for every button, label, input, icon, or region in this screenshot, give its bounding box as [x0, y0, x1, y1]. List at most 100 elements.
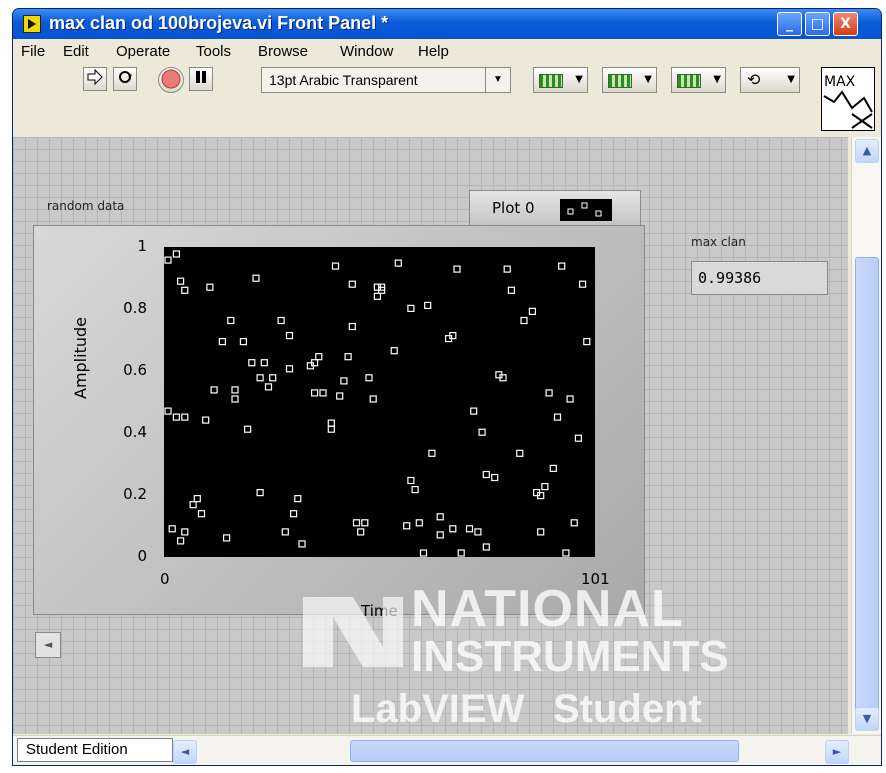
- data-point: [436, 531, 444, 539]
- national-instruments-logo: [303, 597, 403, 667]
- data-point: [202, 416, 210, 424]
- close-button[interactable]: X: [833, 12, 858, 36]
- data-point: [503, 265, 511, 273]
- data-point: [260, 359, 268, 367]
- graph-scroll-left-button[interactable]: ◄: [35, 632, 61, 658]
- data-point: [285, 365, 294, 373]
- vi-icon[interactable]: MAX: [821, 67, 875, 131]
- data-point: [491, 473, 499, 482]
- data-point: [252, 274, 260, 282]
- y-tick-1: 1: [137, 237, 147, 255]
- x-tick-0: 0: [160, 570, 170, 588]
- data-point: [419, 549, 428, 557]
- data-point: [537, 528, 545, 536]
- data-point: [264, 383, 273, 391]
- data-point: [407, 304, 415, 313]
- data-point: [348, 322, 356, 331]
- menu-help[interactable]: Help: [418, 43, 449, 60]
- plot-area[interactable]: [164, 247, 595, 557]
- front-panel[interactable]: random data Plot 0 1 0.8 0.6 0.4 0.2 0 0…: [13, 137, 848, 734]
- pause-icon: [196, 71, 206, 83]
- data-point: [369, 395, 377, 403]
- data-point: [394, 259, 402, 267]
- data-point: [352, 519, 361, 527]
- max-clan-label: max clan: [691, 235, 746, 249]
- scroll-left-button[interactable]: ◄: [173, 740, 197, 764]
- data-point: [549, 464, 557, 472]
- data-point: [411, 486, 419, 494]
- data-point: [231, 386, 239, 394]
- minimize-button[interactable]: _: [777, 12, 802, 36]
- data-point: [239, 337, 248, 346]
- data-point: [222, 534, 231, 542]
- distribute-objects-icon: [608, 74, 632, 88]
- menu-browse[interactable]: Browse: [258, 43, 308, 60]
- resize-objects-icon: [677, 74, 701, 88]
- vertical-scrollbar[interactable]: ▲ ▼: [851, 137, 881, 734]
- data-point: [189, 501, 197, 509]
- data-point: [327, 419, 335, 427]
- data-point: [583, 337, 591, 346]
- run-arrow-button[interactable]: [83, 67, 107, 91]
- run-continuously-button[interactable]: [113, 67, 137, 91]
- y-tick-0.8: 0.8: [123, 299, 147, 317]
- data-point: [227, 316, 235, 325]
- data-point: [168, 525, 176, 533]
- reorder-icon: ⟲: [747, 70, 761, 89]
- max-vi-icon: MAX: [823, 74, 873, 129]
- chevron-down-icon: ▼: [485, 68, 510, 92]
- pause-button[interactable]: [189, 67, 213, 91]
- y-tick-0.6: 0.6: [123, 361, 147, 379]
- data-point: [478, 428, 486, 436]
- window-title: max clan od 100brojeva.vi Front Panel *: [49, 13, 389, 33]
- data-point: [470, 407, 478, 415]
- data-point: [545, 389, 553, 397]
- maximize-button[interactable]: □: [805, 12, 830, 36]
- data-point: [348, 280, 356, 288]
- data-point: [336, 392, 344, 400]
- data-point: [520, 316, 528, 325]
- menu-tools[interactable]: Tools: [196, 43, 231, 60]
- data-point: [298, 540, 306, 548]
- reorder-dropdown[interactable]: ⟲ ▼: [740, 67, 800, 93]
- abort-execution-button[interactable]: [158, 67, 184, 93]
- data-point: [285, 331, 294, 340]
- data-point: [218, 337, 227, 346]
- data-point: [243, 425, 252, 433]
- font-select[interactable]: 13pt Arabic Transparent ▼: [261, 67, 511, 93]
- distribute-objects-dropdown[interactable]: ▼: [602, 67, 657, 93]
- scroll-up-button[interactable]: ▲: [855, 139, 879, 163]
- align-objects-dropdown[interactable]: ▼: [533, 67, 588, 93]
- data-point: [373, 292, 381, 300]
- svg-text:MAX: MAX: [824, 74, 856, 90]
- data-point: [541, 483, 549, 491]
- title-bar[interactable]: max clan od 100brojeva.vi Front Panel * …: [13, 9, 881, 39]
- data-point: [407, 476, 415, 485]
- menu-edit[interactable]: Edit: [63, 43, 89, 60]
- data-point: [482, 543, 490, 551]
- data-point: [289, 510, 298, 518]
- labview-window: max clan od 100brojeva.vi Front Panel * …: [12, 8, 882, 766]
- menu-window[interactable]: Window: [340, 43, 393, 60]
- data-point: [172, 250, 180, 258]
- menu-bar: File Edit Operate Tools Browse Window He…: [13, 39, 881, 63]
- legend-plot-name: Plot 0: [492, 199, 535, 217]
- data-point: [331, 262, 340, 270]
- data-point: [558, 262, 566, 270]
- stop-icon: [161, 69, 181, 89]
- horizontal-scroll-thumb[interactable]: [350, 740, 739, 762]
- data-point: [311, 389, 319, 397]
- resize-objects-dropdown[interactable]: ▼: [671, 67, 726, 93]
- vertical-scroll-thumb[interactable]: [855, 257, 879, 722]
- data-point: [315, 353, 323, 361]
- menu-file[interactable]: File: [21, 43, 45, 60]
- data-point: [403, 522, 411, 530]
- data-point: [206, 283, 214, 291]
- plot-legend[interactable]: Plot 0: [469, 190, 641, 226]
- data-point: [319, 389, 327, 397]
- data-point: [579, 280, 587, 288]
- menu-operate[interactable]: Operate: [116, 43, 170, 60]
- scroll-down-button[interactable]: ▼: [855, 707, 879, 731]
- scroll-right-button[interactable]: ►: [825, 740, 849, 764]
- data-point: [516, 449, 524, 457]
